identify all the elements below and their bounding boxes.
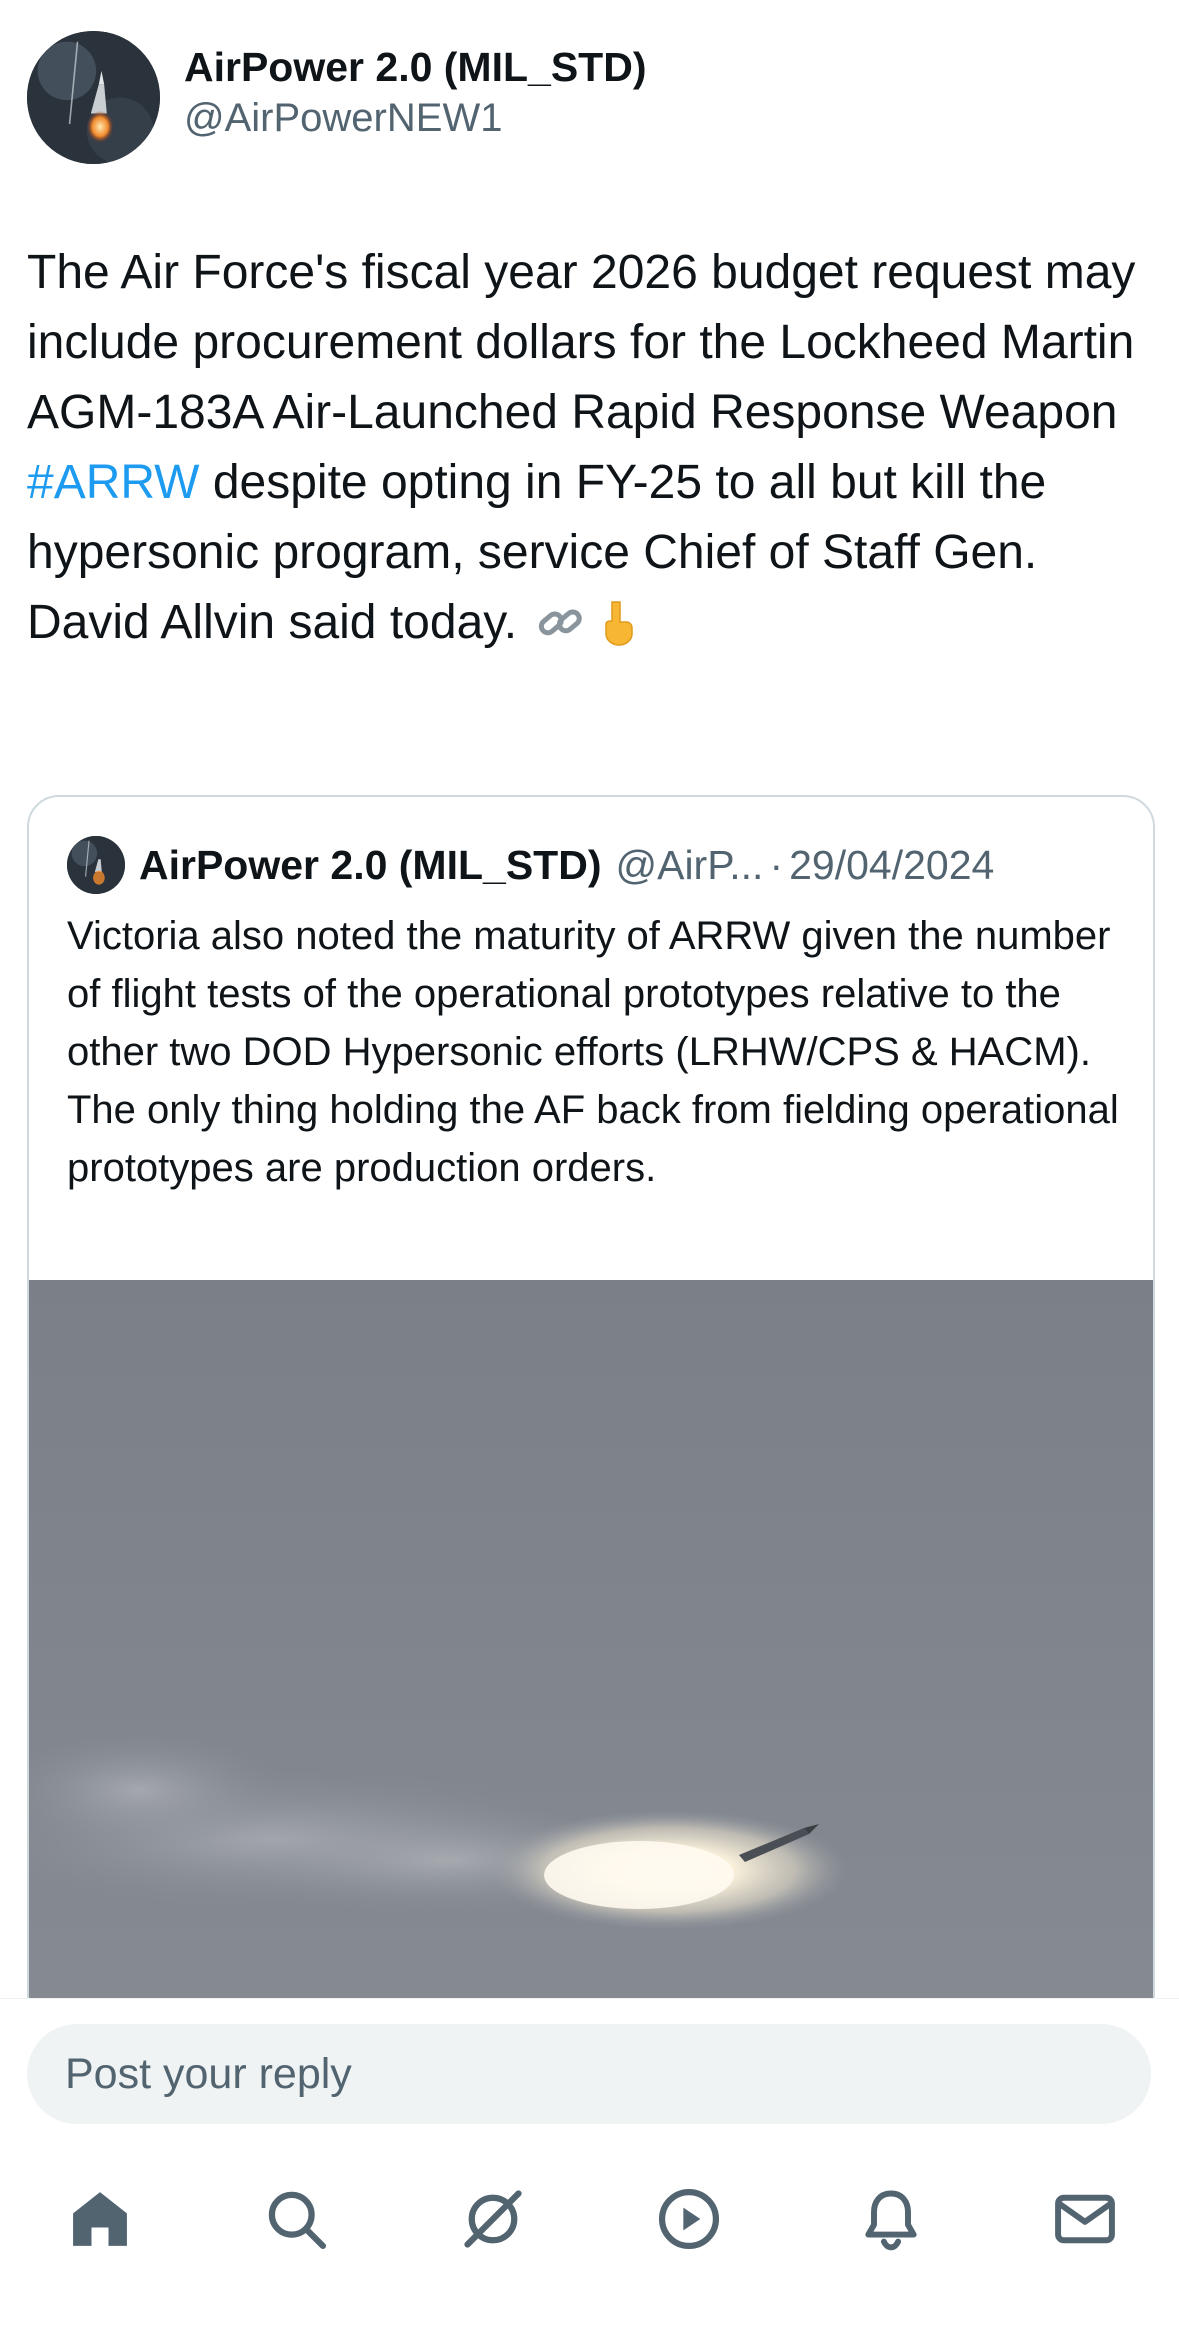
quoted-post-text: Victoria also noted the maturity of ARRW… [67,914,1119,1190]
pointing-down-emoji-icon [592,598,642,648]
quoted-post-date: 29/04/2024 [789,841,995,888]
link-emoji-icon [536,598,586,648]
home-icon[interactable] [55,2174,145,2264]
quoted-author-avatar [67,836,125,894]
post-text-before: The Air Force's fiscal year 2026 budget … [27,246,1136,439]
bottom-navigation [0,2174,1179,2284]
avatar-image [27,31,160,164]
search-icon[interactable] [251,2174,341,2264]
notifications-icon[interactable] [846,2174,936,2264]
quoted-author-display-name: AirPower 2.0 (MIL_STD) [139,841,602,888]
bottom-bar [0,1998,1179,2327]
post-text: The Air Force's fiscal year 2026 budget … [27,238,1157,658]
quoted-author-handle: @AirP... [615,841,764,888]
post-header: AirPower 2.0 (MIL_STD) @AirPowerNEW1 [27,31,1152,166]
quoted-post-header: AirPower 2.0 (MIL_STD) @AirP... · 29/04/… [67,835,1123,895]
reply-box[interactable] [27,2024,1151,2124]
author-display-name[interactable]: AirPower 2.0 (MIL_STD) [184,41,646,93]
author-handle[interactable]: @AirPowerNEW1 [184,93,646,143]
grok-icon[interactable] [448,2174,538,2264]
quoted-separator: · [769,841,784,888]
video-icon[interactable] [644,2174,734,2264]
hashtag-link[interactable]: #ARRW [27,456,199,509]
messages-icon[interactable] [1040,2174,1130,2264]
author-avatar[interactable] [27,31,160,164]
reply-input[interactable] [63,2048,1151,2100]
quoted-post-image[interactable] [29,1280,1153,2037]
quoted-post-card[interactable]: AirPower 2.0 (MIL_STD) @AirP... · 29/04/… [27,795,1155,2039]
